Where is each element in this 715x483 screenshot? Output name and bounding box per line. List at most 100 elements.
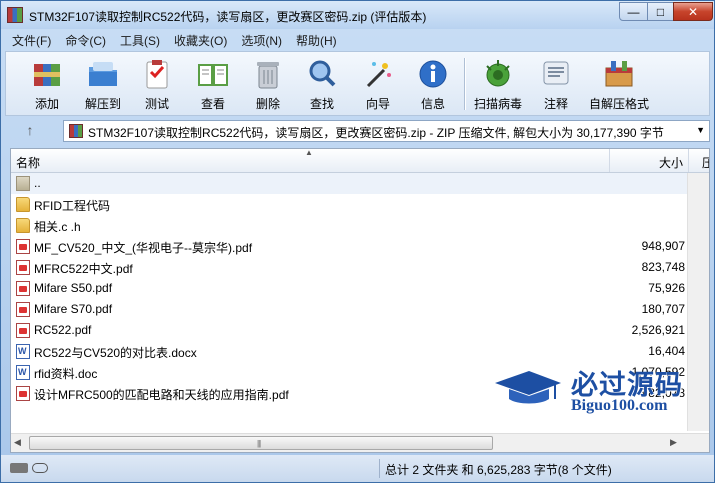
pdf-file-icon: [16, 386, 30, 401]
comment-button[interactable]: 注释: [529, 54, 583, 114]
column-header: 名称 ▲ 大小 压: [11, 149, 709, 173]
up-one-level-button[interactable]: ↑: [15, 122, 45, 140]
menu-favorites[interactable]: 收藏夹(O): [167, 30, 234, 50]
pdf-file-icon: [16, 323, 30, 338]
virus-scan-icon: [486, 60, 510, 87]
sfx-label: 自解压格式: [588, 97, 649, 111]
grip-icon: |||: [257, 439, 261, 448]
pdf-file-icon: [16, 260, 30, 275]
scan-virus-button[interactable]: 扫描病毒: [471, 54, 525, 114]
file-size: 948,907: [641, 239, 685, 253]
magnifier-icon: [309, 60, 336, 87]
file-size: 823,748: [641, 260, 685, 274]
status-icons: [10, 463, 50, 473]
wizard-wand-icon: [366, 62, 391, 88]
folder-up-icon: [16, 176, 30, 191]
sfx-button[interactable]: 自解压格式: [589, 54, 649, 114]
info-label: 信息: [420, 97, 445, 111]
file-size: 16,404: [648, 344, 685, 358]
file-row-up[interactable]: ..: [11, 173, 687, 194]
test-button[interactable]: 测试: [130, 54, 184, 114]
scroll-right-icon[interactable]: ▶: [670, 437, 677, 448]
add-archive-icon: [34, 64, 60, 86]
address-bar[interactable]: STM32F107读取控制RC522代码，读写扇区，更改赛区密码.zip - Z…: [63, 120, 710, 142]
status-summary: 总计 2 文件夹 和 6,625,283 字节(8 个文件): [385, 463, 612, 477]
menu-commands[interactable]: 命令(C): [58, 30, 113, 50]
file-name: Mifare S50.pdf: [34, 281, 113, 295]
column-packed[interactable]: 压: [702, 154, 709, 171]
menu-options[interactable]: 选项(N): [234, 30, 289, 50]
horizontal-scrollbar[interactable]: ◀ ||| ▶: [11, 433, 709, 452]
file-row[interactable]: MFRC522中文.pdf 823,748: [11, 257, 687, 278]
toolbar: 添加 解压到 测试 查看 删除 查找 向导 信息 扫描病毒 注释 自解压格式: [5, 51, 710, 116]
chevron-down-icon[interactable]: ▼: [696, 125, 705, 135]
test-clipboard-icon: [146, 60, 168, 89]
file-size: 180,707: [641, 302, 685, 316]
file-name: MFRC522中文.pdf: [34, 262, 133, 276]
close-button[interactable]: ✕: [673, 2, 713, 21]
key-icon[interactable]: [32, 463, 48, 473]
file-row[interactable]: Mifare S70.pdf 180,707: [11, 299, 687, 320]
graduation-cap-icon: [495, 371, 561, 404]
file-name: 相关.c .h: [34, 220, 81, 234]
archive-icon: [69, 124, 83, 138]
sfx-box-icon: [605, 61, 633, 87]
file-row[interactable]: RC522与CV520的对比表.docx 16,404: [11, 341, 687, 362]
minimize-button[interactable]: —: [619, 2, 648, 21]
file-name: RC522与CV520的对比表.docx: [34, 346, 197, 360]
comment-label: 注释: [543, 97, 568, 111]
extract-folder-icon: [89, 62, 117, 86]
pdf-file-icon: [16, 302, 30, 317]
watermark: 必过源码 Biguo100.com: [493, 361, 713, 421]
watermark-url: Biguo100.com: [571, 397, 668, 414]
winrar-app-icon: [7, 7, 23, 23]
view-button[interactable]: 查看: [186, 54, 240, 114]
menu-bar: 文件(F) 命令(C) 工具(S) 收藏夹(O) 选项(N) 帮助(H): [5, 30, 344, 50]
word-file-icon: [16, 344, 30, 359]
file-row[interactable]: RFID工程代码: [11, 194, 687, 215]
find-button[interactable]: 查找: [295, 54, 349, 114]
file-size: 2,526,921: [631, 323, 685, 337]
status-divider: [379, 459, 380, 478]
maximize-button[interactable]: □: [647, 2, 674, 21]
column-name[interactable]: 名称: [16, 154, 40, 171]
file-size: 75,926: [648, 281, 685, 295]
column-divider[interactable]: [688, 149, 689, 172]
menu-file[interactable]: 文件(F): [5, 30, 58, 50]
delete-button[interactable]: 删除: [241, 54, 295, 114]
address-row: ↑ STM32F107读取控制RC522代码，读写扇区，更改赛区密码.zip -…: [5, 118, 710, 144]
file-row[interactable]: 相关.c .h: [11, 215, 687, 236]
folder-icon: [16, 197, 30, 212]
extract-to-button[interactable]: 解压到: [76, 54, 130, 114]
info-icon: [419, 60, 447, 88]
word-file-icon: [16, 365, 30, 380]
scroll-left-icon[interactable]: ◀: [14, 437, 21, 448]
file-name: RFID工程代码: [34, 199, 110, 213]
folder-icon: [16, 218, 30, 233]
file-name: MF_CV520_中文_(华视电子--莫宗华).pdf: [34, 241, 253, 255]
title-bar: STM32F107读取控制RC522代码，读写扇区，更改赛区密码.zip (评估…: [1, 1, 714, 29]
trash-icon: [257, 62, 279, 89]
column-size[interactable]: 大小: [659, 154, 683, 171]
scroll-thumb[interactable]: |||: [29, 436, 493, 450]
add-button[interactable]: 添加: [20, 54, 74, 114]
pdf-file-icon: [16, 239, 30, 254]
comment-icon: [543, 61, 569, 85]
file-row[interactable]: RC522.pdf 2,526,921: [11, 320, 687, 341]
scan-virus-label: 扫描病毒: [473, 97, 522, 111]
file-row[interactable]: Mifare S50.pdf 75,926: [11, 278, 687, 299]
window-title: STM32F107读取控制RC522代码，读写扇区，更改赛区密码.zip (评估…: [29, 10, 427, 24]
menu-help[interactable]: 帮助(H): [289, 30, 344, 50]
file-name: ..: [34, 176, 41, 190]
address-path: STM32F107读取控制RC522代码，读写扇区，更改赛区密码.zip - Z…: [88, 126, 664, 140]
menu-tools[interactable]: 工具(S): [113, 30, 167, 50]
file-name: RC522.pdf: [34, 323, 92, 337]
winrar-window: STM32F107读取控制RC522代码，读写扇区，更改赛区密码.zip (评估…: [0, 0, 715, 483]
info-button[interactable]: 信息: [406, 54, 460, 114]
file-name: Mifare S70.pdf: [34, 302, 113, 316]
wizard-button[interactable]: 向导: [351, 54, 405, 114]
drive-icon[interactable]: [10, 463, 28, 473]
file-name: rfid资料.doc: [34, 367, 98, 381]
file-row[interactable]: MF_CV520_中文_(华视电子--莫宗华).pdf 948,907: [11, 236, 687, 257]
column-divider[interactable]: [609, 149, 610, 172]
